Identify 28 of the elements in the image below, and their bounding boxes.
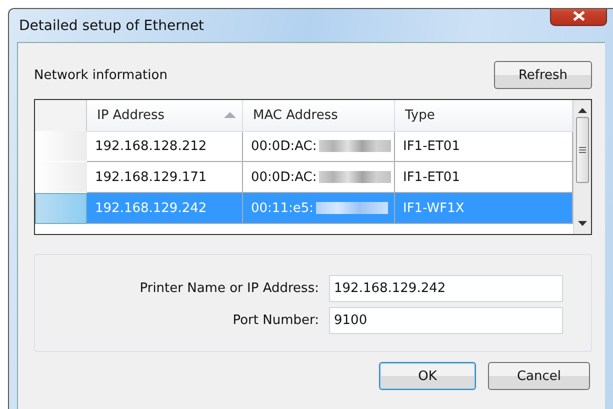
column-header[interactable]: IP Address [87,100,243,132]
scroll-thumb[interactable] [576,117,589,183]
redacted-block [316,202,388,214]
scroll-down-icon[interactable] [578,221,587,226]
input-field[interactable]: 9100 [329,306,563,334]
field-label: Printer Name or IP Address: [138,280,319,296]
table-cell: 00:0D:AC: [251,170,317,184]
column-header[interactable]: MAC Address [243,100,395,132]
sort-ascending-icon [224,112,236,118]
table-cell: IF1-ET01 [395,162,573,193]
column-header[interactable]: Type [395,100,573,132]
scrollbar[interactable] [573,100,591,234]
table-cell: 00:0D:AC: [251,138,317,154]
table-cell: IF1-WF1X [395,193,573,224]
scroll-up-icon[interactable] [578,108,587,113]
table-cell: 192.168.128.212 [87,131,243,162]
table-cell: 192.168.129.171 [87,162,243,193]
close-icon [572,10,584,20]
window-title: Detailed setup of Ethernet [18,18,204,34]
section-label: Network information [34,68,168,82]
table-cell: 00:11:e5: [251,200,314,216]
ok-button[interactable]: OK [379,362,476,390]
cancel-button[interactable]: Cancel [488,362,590,390]
refresh-button[interactable]: Refresh [494,61,592,89]
input-field[interactable]: 192.168.129.242 [329,274,563,302]
field-label: Port Number: [232,312,319,328]
table-cell: IF1-ET01 [395,131,573,162]
table-cell: 192.168.129.242 [87,193,243,224]
